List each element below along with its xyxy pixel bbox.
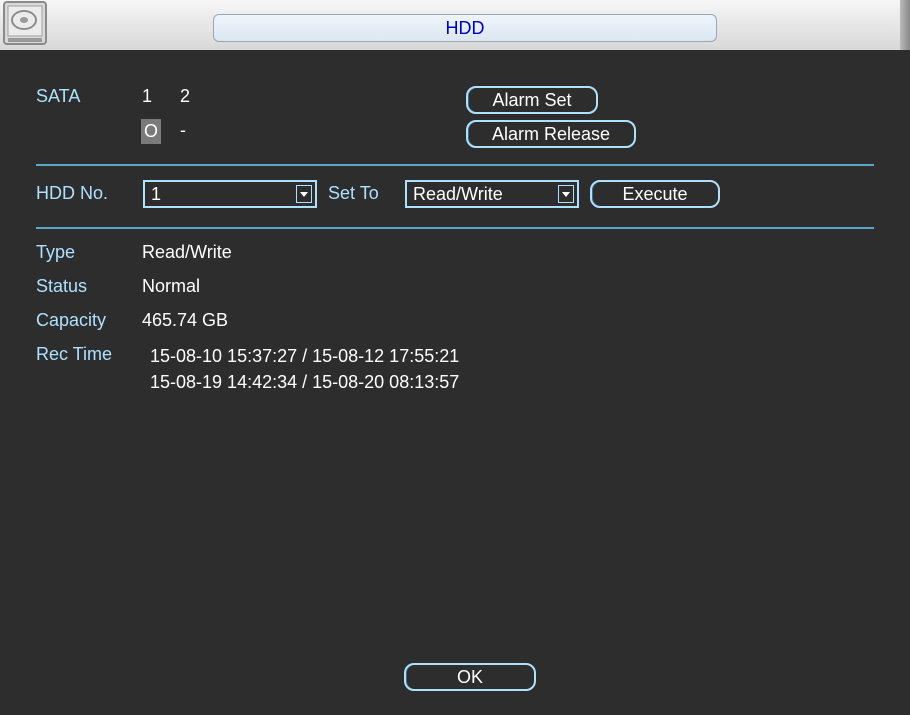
set-to-value: Read/Write — [413, 184, 503, 204]
set-to-label: Set To — [328, 183, 379, 203]
sata-label: SATA — [36, 86, 81, 106]
alarm-release-button[interactable]: Alarm Release — [466, 120, 636, 148]
status-value: Normal — [142, 276, 201, 296]
ok-button[interactable]: OK — [404, 663, 536, 691]
sata-port-1-status[interactable]: O — [141, 119, 161, 144]
divider-top — [36, 164, 874, 166]
type-label: Type — [36, 242, 76, 262]
sata-port-2: 2 — [180, 86, 191, 106]
sata-port-1: 1 — [142, 86, 153, 106]
hdd-icon — [3, 1, 47, 45]
set-to-select[interactable]: Read/Write — [405, 180, 579, 208]
rec-time-line-1: 15-08-10 15:37:27 / 15-08-12 17:55:21 — [150, 346, 460, 366]
execute-button[interactable]: Execute — [590, 180, 720, 208]
status-label: Status — [36, 276, 88, 296]
rec-time-line-2: 15-08-19 14:42:34 / 15-08-20 08:13:57 — [150, 372, 460, 392]
dropdown-arrow-icon[interactable] — [558, 185, 574, 203]
hdd-no-select[interactable]: 1 — [143, 180, 317, 208]
capacity-value: 465.74 GB — [142, 310, 229, 330]
alarm-set-button[interactable]: Alarm Set — [466, 86, 598, 114]
hdd-no-label: HDD No. — [36, 183, 109, 203]
sata-port-2-status: - — [180, 120, 186, 140]
page-title: HDD — [213, 14, 717, 42]
title-bar: HDD — [0, 0, 910, 50]
title-bar-edge — [900, 0, 910, 50]
capacity-label: Capacity — [36, 310, 107, 330]
hdd-no-value: 1 — [151, 184, 162, 204]
type-value: Read/Write — [142, 242, 232, 262]
divider-bottom — [36, 227, 874, 229]
rec-time-label: Rec Time — [36, 344, 113, 364]
dropdown-arrow-icon[interactable] — [296, 185, 312, 203]
